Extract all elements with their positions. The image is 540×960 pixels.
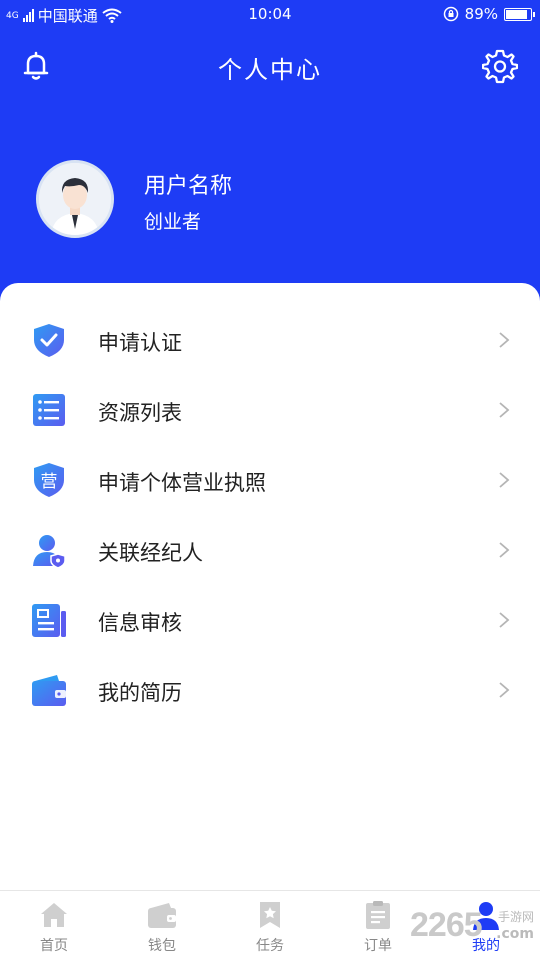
top-nav: 个人中心	[0, 38, 540, 94]
menu-item-info-review[interactable]: 信息审核	[0, 585, 540, 655]
watermark-subtitle: 手游网	[497, 910, 534, 924]
menu-item-label: 资源列表	[98, 401, 182, 425]
list-icon	[33, 394, 65, 426]
avatar[interactable]	[36, 160, 114, 238]
tab-label: 任务	[256, 938, 284, 954]
tab-wallet[interactable]: 钱包	[108, 899, 216, 959]
user-avatar-icon	[39, 163, 111, 235]
profile-section[interactable]: 用户名称 创业者	[36, 160, 496, 240]
agent-user-icon	[33, 535, 66, 569]
username: 用户名称	[144, 174, 233, 199]
tab-label: 首页	[40, 938, 68, 954]
tab-tasks[interactable]: 任务	[216, 899, 324, 959]
menu-item-business-license[interactable]: 营 申请个体营业执照	[0, 445, 540, 515]
license-badge-icon: 营	[34, 463, 64, 497]
chevron-right-icon	[499, 402, 510, 418]
license-badge-text: 营	[41, 472, 58, 492]
document-review-icon	[32, 604, 66, 637]
watermark-domain: .com	[496, 926, 534, 942]
menu-item-label: 申请个体营业执照	[98, 471, 266, 495]
menu-card: 申请认证 资源列表 营 申请个体营业执照 关联经纪人 信息审核 我的简历	[0, 283, 540, 893]
tab-label: 钱包	[148, 938, 176, 954]
chevron-right-icon	[499, 542, 510, 558]
wallet-icon	[148, 903, 176, 928]
chevron-right-icon	[499, 682, 510, 698]
watermark-number: 2265	[410, 906, 483, 944]
tab-home[interactable]: 首页	[0, 899, 108, 959]
chevron-right-icon	[499, 612, 510, 628]
menu-item-my-resume[interactable]: 我的简历	[0, 655, 540, 725]
menu-item-apply-certification[interactable]: 申请认证	[0, 305, 540, 375]
gear-icon[interactable]	[482, 48, 518, 84]
shield-check-icon	[34, 324, 64, 357]
menu-item-label: 申请认证	[98, 331, 182, 355]
battery-icon	[504, 7, 535, 21]
chevron-right-icon	[499, 472, 510, 488]
status-right: 89%	[443, 5, 535, 23]
page-title: 个人中心	[218, 56, 322, 84]
wallet-icon	[32, 675, 66, 706]
battery-percent: 89%	[464, 5, 498, 23]
chevron-right-icon	[499, 332, 510, 348]
menu-item-label: 我的简历	[98, 681, 182, 705]
menu-item-label: 信息审核	[98, 611, 182, 635]
menu-item-label: 关联经纪人	[98, 541, 203, 565]
menu-item-resource-list[interactable]: 资源列表	[0, 375, 540, 445]
rotation-lock-icon	[443, 6, 458, 22]
watermark-logo: 2265 手游网 .com	[380, 906, 540, 950]
home-icon	[41, 903, 67, 927]
bookmark-icon	[260, 902, 280, 928]
menu-item-linked-agent[interactable]: 关联经纪人	[0, 515, 540, 585]
user-role: 创业者	[144, 211, 202, 233]
status-bar: 4G 中国联通 10:04 89%	[0, 0, 540, 30]
